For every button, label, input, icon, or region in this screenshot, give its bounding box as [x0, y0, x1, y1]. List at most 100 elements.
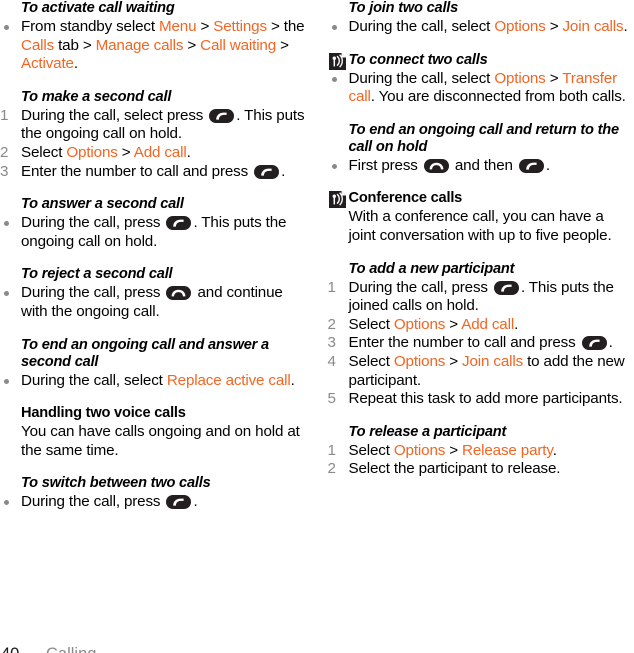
body-text: First press: [348, 156, 422, 174]
menu-path-term[interactable]: Options: [66, 144, 117, 161]
menu-path-term[interactable]: Manage calls: [96, 37, 184, 54]
body-text: During the call, select: [348, 69, 495, 87]
step-number: 2: [327, 315, 336, 333]
body-text: .: [623, 18, 628, 35]
paragraph-conference-calls: With a conference call, you can have a j…: [348, 208, 612, 244]
body-text: During the call, select press: [21, 106, 208, 124]
menu-path-term[interactable]: Options: [394, 442, 445, 459]
body-text: >: [117, 143, 134, 161]
section-heading-handling-two-voice-calls: Handling two voice calls: [0, 405, 307, 422]
body-text: >: [445, 315, 462, 333]
menu-path-term[interactable]: Add call: [134, 144, 187, 161]
task-heading-connect-two-calls: To connect two calls: [328, 51, 634, 70]
heading-text: To switch between two calls: [21, 475, 211, 492]
step-item: 2 Select the participant to release.: [328, 460, 634, 479]
call-key-icon: [209, 108, 235, 123]
menu-path-term[interactable]: Options: [494, 18, 545, 35]
bullet-item: During the call, select Options > Transf…: [328, 70, 634, 107]
task-heading-switch-between-two-calls: To switch between two calls: [0, 475, 307, 492]
bullet-list-join-two-calls: During the call, select Options > Join c…: [328, 18, 634, 37]
item-text: Select Options > Release party.: [349, 442, 557, 459]
task-heading-end-ongoing-return-hold: To end an ongoing call and return to the…: [328, 122, 634, 156]
menu-path-term[interactable]: Options: [394, 316, 445, 333]
step-number: 2: [327, 460, 336, 478]
step-item: 5 Repeat this task to add more participan…: [328, 390, 634, 409]
step-item: 1 During the call, select press . This pu…: [0, 107, 307, 144]
item-text: During the call, select Options > Transf…: [349, 70, 626, 106]
heading-text: Conference calls: [348, 190, 463, 207]
heading-text: Handling two voice calls: [21, 405, 186, 422]
menu-path-term[interactable]: Join calls: [462, 353, 523, 370]
manual-page: To activate call waiting From standby sel…: [0, 0, 634, 653]
bullet-item: During the call, select Replace active c…: [0, 372, 307, 391]
step-number: 4: [327, 352, 336, 370]
step-item: 3 Enter the number to call and press .: [328, 334, 634, 353]
end-call-key-icon: [423, 158, 449, 173]
body-text: Select: [348, 441, 394, 459]
call-key-icon: [166, 216, 192, 231]
menu-path-term[interactable]: Release party: [462, 442, 553, 459]
body-text: >: [276, 36, 289, 54]
two-column-layout: To activate call waiting From standby sel…: [0, 0, 634, 512]
body-text: >: [445, 352, 463, 370]
menu-path-term[interactable]: Join calls: [562, 18, 623, 35]
call-key-icon: [581, 336, 607, 351]
menu-path-term[interactable]: Options: [494, 70, 545, 87]
step-item: 2 Select Options > Add call.: [328, 316, 634, 335]
step-number: 5: [327, 390, 336, 408]
menu-path-term[interactable]: Add call: [461, 316, 514, 333]
bullet-list-end-ongoing-return-hold: First press and then .: [328, 157, 634, 176]
body-text: Enter the number to call and press: [348, 334, 580, 352]
bullet-item: During the call, press . This puts the o…: [0, 214, 307, 251]
body-text: Select the participant to release.: [348, 460, 561, 478]
menu-path-term[interactable]: Settings: [213, 18, 267, 35]
body-text: >: [545, 69, 563, 87]
body-text: Enter the number to call and press: [21, 162, 253, 180]
bullet-item: From standby select Menu > Settings > th…: [0, 18, 307, 74]
item-text: During the call, select press . This put…: [21, 106, 305, 143]
body-text: .: [545, 156, 550, 174]
body-text: >: [445, 441, 463, 459]
item-text: During the call, press . This puts the j…: [349, 279, 614, 315]
heading-text: To connect two calls: [348, 51, 488, 68]
body-text: .: [608, 334, 613, 352]
bullet-dot-icon: [331, 25, 337, 30]
bullet-list-answer-a-second-call: During the call, press . This puts the o…: [0, 214, 307, 251]
body-text: During the call, press: [21, 214, 165, 232]
item-text: Repeat this task to add more participant…: [349, 390, 623, 407]
menu-path-term[interactable]: Options: [394, 353, 445, 370]
body-text: .: [193, 493, 198, 511]
task-heading-join-two-calls: To join two calls: [328, 0, 634, 17]
body-text: From standby select: [21, 18, 159, 35]
bullet-item: During the call, select Options > Join c…: [328, 18, 634, 37]
body-text: During the call, press: [348, 278, 492, 296]
item-text: Select Options > Add call.: [349, 316, 519, 333]
menu-path-term[interactable]: Call waiting: [200, 37, 276, 54]
step-number: 1: [0, 106, 9, 124]
item-text: Select the participant to release.: [349, 460, 561, 477]
section-heading-conference-calls: Conference calls: [328, 190, 634, 209]
heading-text: To release a participant: [348, 423, 507, 440]
bullet-list-switch-between-two-calls: During the call, press .: [0, 493, 307, 512]
body-text: . You are disconnected from both calls.: [370, 88, 626, 106]
task-heading-reject-a-second-call: To reject a second call: [0, 266, 307, 283]
step-item: 2 Select Options > Add call.: [0, 144, 307, 163]
body-text: Repeat this task to add more participant…: [348, 390, 623, 408]
body-text: Select: [21, 143, 67, 161]
bullet-item: During the call, press .: [0, 493, 307, 512]
menu-path-term[interactable]: Replace active call: [167, 372, 291, 389]
item-text: Select Options > Join calls to add the n…: [349, 353, 625, 389]
step-number: 1: [327, 278, 336, 296]
task-heading-activate-call-waiting: To activate call waiting: [0, 0, 307, 17]
body-text: >: [196, 18, 214, 35]
operator-service-icon: [328, 52, 346, 70]
bullet-list-reject-a-second-call: During the call, press and continue with…: [0, 284, 307, 321]
heading-text: To answer a second call: [21, 196, 184, 213]
menu-path-term[interactable]: Calls: [21, 37, 54, 54]
item-text: First press and then .: [348, 156, 551, 174]
menu-path-term[interactable]: Menu: [159, 18, 197, 35]
task-heading-end-ongoing-answer-second: To end an ongoing call and answer a seco…: [0, 337, 307, 371]
bullet-dot-icon: [331, 76, 337, 82]
menu-path-term[interactable]: Activate: [21, 55, 74, 72]
item-text: During the call, select Replace active c…: [21, 372, 295, 389]
